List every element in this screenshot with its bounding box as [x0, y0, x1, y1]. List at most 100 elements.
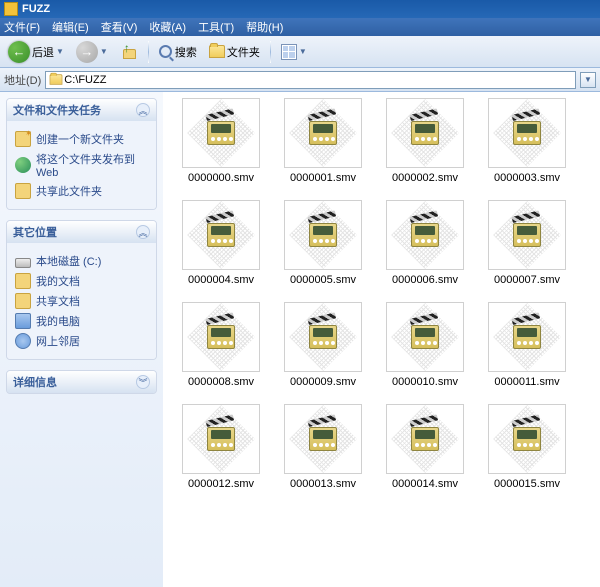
file-thumb[interactable]: 0000004.smv: [173, 200, 269, 286]
thumbnail-frame: [386, 200, 464, 270]
file-name-label: 0000006.smv: [392, 274, 458, 286]
new-folder-icon: [15, 131, 31, 147]
film-icon: [411, 121, 439, 145]
file-thumb[interactable]: 0000005.smv: [275, 200, 371, 286]
thumbnail-frame: [488, 404, 566, 474]
file-thumb[interactable]: 0000014.smv: [377, 404, 473, 490]
nav-forward-button[interactable]: → ▼: [72, 39, 112, 65]
thumbnail-frame: [386, 302, 464, 372]
file-thumb[interactable]: 0000013.smv: [275, 404, 371, 490]
folders-button[interactable]: 文件夹: [205, 42, 264, 62]
chevron-down-icon: ▼: [299, 47, 307, 56]
file-thumb[interactable]: 0000002.smv: [377, 98, 473, 184]
sidebar-item-network[interactable]: 网上邻居: [15, 333, 148, 349]
window-title: FUZZ: [22, 3, 50, 15]
sidebar-panel-other-header[interactable]: 其它位置 ︽: [7, 221, 156, 243]
film-icon: [411, 223, 439, 247]
thumbnail-frame: [284, 98, 362, 168]
sidebar-panel-other: 其它位置 ︽ 本地磁盘 (C:) 我的文档 共享文档 我的电脑: [6, 220, 157, 360]
file-thumb[interactable]: 0000011.smv: [479, 302, 575, 388]
thumbnail-frame: [488, 302, 566, 372]
menu-help[interactable]: 帮助(H): [246, 19, 283, 35]
network-icon: [15, 333, 31, 349]
search-button[interactable]: 搜索: [155, 42, 201, 62]
folders-icon: [209, 45, 225, 58]
film-icon: [411, 427, 439, 451]
file-thumb[interactable]: 0000000.smv: [173, 98, 269, 184]
views-button[interactable]: ▼: [277, 42, 311, 62]
thumbnail-frame: [386, 98, 464, 168]
film-icon: [309, 325, 337, 349]
chevron-down-icon: ▼: [56, 47, 64, 56]
documents-icon: [15, 273, 31, 289]
file-name-label: 0000012.smv: [188, 478, 254, 490]
address-dropdown[interactable]: ▼: [580, 72, 596, 88]
file-thumb[interactable]: 0000006.smv: [377, 200, 473, 286]
file-thumb[interactable]: 0000001.smv: [275, 98, 371, 184]
file-thumb[interactable]: 0000003.smv: [479, 98, 575, 184]
sidebar-panel-details: 详细信息 ︾: [6, 370, 157, 394]
thumbnail-frame: [284, 404, 362, 474]
globe-icon: [15, 157, 31, 173]
film-icon: [513, 427, 541, 451]
up-folder-icon: [120, 43, 138, 61]
sidebar-panel-tasks: 文件和文件夹任务 ︽ 创建一个新文件夹 将这个文件夹发布到 Web 共享此文件夹: [6, 98, 157, 210]
sidebar: 文件和文件夹任务 ︽ 创建一个新文件夹 将这个文件夹发布到 Web 共享此文件夹: [0, 92, 163, 587]
toolbar-separator: [270, 41, 271, 63]
views-icon: [281, 44, 297, 60]
file-name-label: 0000011.smv: [494, 376, 559, 388]
sidebar-item-my-computer[interactable]: 我的电脑: [15, 313, 148, 329]
file-thumb[interactable]: 0000009.smv: [275, 302, 371, 388]
film-icon: [207, 223, 235, 247]
menu-edit[interactable]: 编辑(E): [52, 19, 89, 35]
thumbnail-frame: [386, 404, 464, 474]
menubar: 文件(F) 编辑(E) 查看(V) 收藏(A) 工具(T) 帮助(H): [0, 18, 600, 36]
address-input[interactable]: [64, 74, 573, 86]
film-icon: [207, 427, 235, 451]
back-icon: ←: [8, 41, 30, 63]
file-thumb[interactable]: 0000015.smv: [479, 404, 575, 490]
sidebar-item-shared-docs[interactable]: 共享文档: [15, 293, 148, 309]
film-icon: [207, 325, 235, 349]
file-name-label: 0000013.smv: [290, 478, 356, 490]
shared-docs-icon: [15, 293, 31, 309]
address-input-wrap[interactable]: [45, 71, 576, 89]
sidebar-panel-tasks-header[interactable]: 文件和文件夹任务 ︽: [7, 99, 156, 121]
file-thumb[interactable]: 0000012.smv: [173, 404, 269, 490]
menu-view[interactable]: 查看(V): [101, 19, 138, 35]
sidebar-task-new-folder[interactable]: 创建一个新文件夹: [15, 131, 148, 147]
folder-title-icon: [4, 2, 18, 16]
sidebar-item-my-docs[interactable]: 我的文档: [15, 273, 148, 289]
expand-icon: ︾: [136, 375, 150, 389]
sidebar-task-publish-web[interactable]: 将这个文件夹发布到 Web: [15, 151, 148, 179]
file-name-label: 0000009.smv: [290, 376, 356, 388]
film-icon: [513, 223, 541, 247]
file-thumb[interactable]: 0000008.smv: [173, 302, 269, 388]
file-name-label: 0000014.smv: [392, 478, 458, 490]
chevron-down-icon: ▼: [100, 47, 108, 56]
file-thumb[interactable]: 0000007.smv: [479, 200, 575, 286]
file-name-label: 0000007.smv: [494, 274, 560, 286]
thumbnail-frame: [182, 200, 260, 270]
nav-up-button[interactable]: [116, 41, 142, 63]
film-icon: [411, 325, 439, 349]
thumbnail-frame: [284, 302, 362, 372]
file-name-label: 0000010.smv: [392, 376, 458, 388]
file-name-label: 0000001.smv: [290, 172, 356, 184]
thumbnail-frame: [182, 98, 260, 168]
window-titlebar: FUZZ: [0, 0, 600, 18]
toolbar: ← 后退 ▼ → ▼ 搜索 文件夹 ▼: [0, 36, 600, 68]
sidebar-item-local-disk[interactable]: 本地磁盘 (C:): [15, 253, 148, 269]
file-thumb[interactable]: 0000010.smv: [377, 302, 473, 388]
sidebar-panel-details-header[interactable]: 详细信息 ︾: [7, 371, 156, 393]
menu-file[interactable]: 文件(F): [4, 19, 40, 35]
thumbnail-frame: [488, 98, 566, 168]
collapse-icon: ︽: [136, 225, 150, 239]
menu-favorites[interactable]: 收藏(A): [149, 19, 186, 35]
menu-tools[interactable]: 工具(T): [198, 19, 234, 35]
thumbnail-frame: [488, 200, 566, 270]
file-view[interactable]: 0000000.smv 0000001.smv 0000002.smv0000003…: [163, 92, 600, 587]
nav-back-button[interactable]: ← 后退 ▼: [4, 39, 68, 65]
sidebar-task-share[interactable]: 共享此文件夹: [15, 183, 148, 199]
file-name-label: 0000008.smv: [188, 376, 254, 388]
